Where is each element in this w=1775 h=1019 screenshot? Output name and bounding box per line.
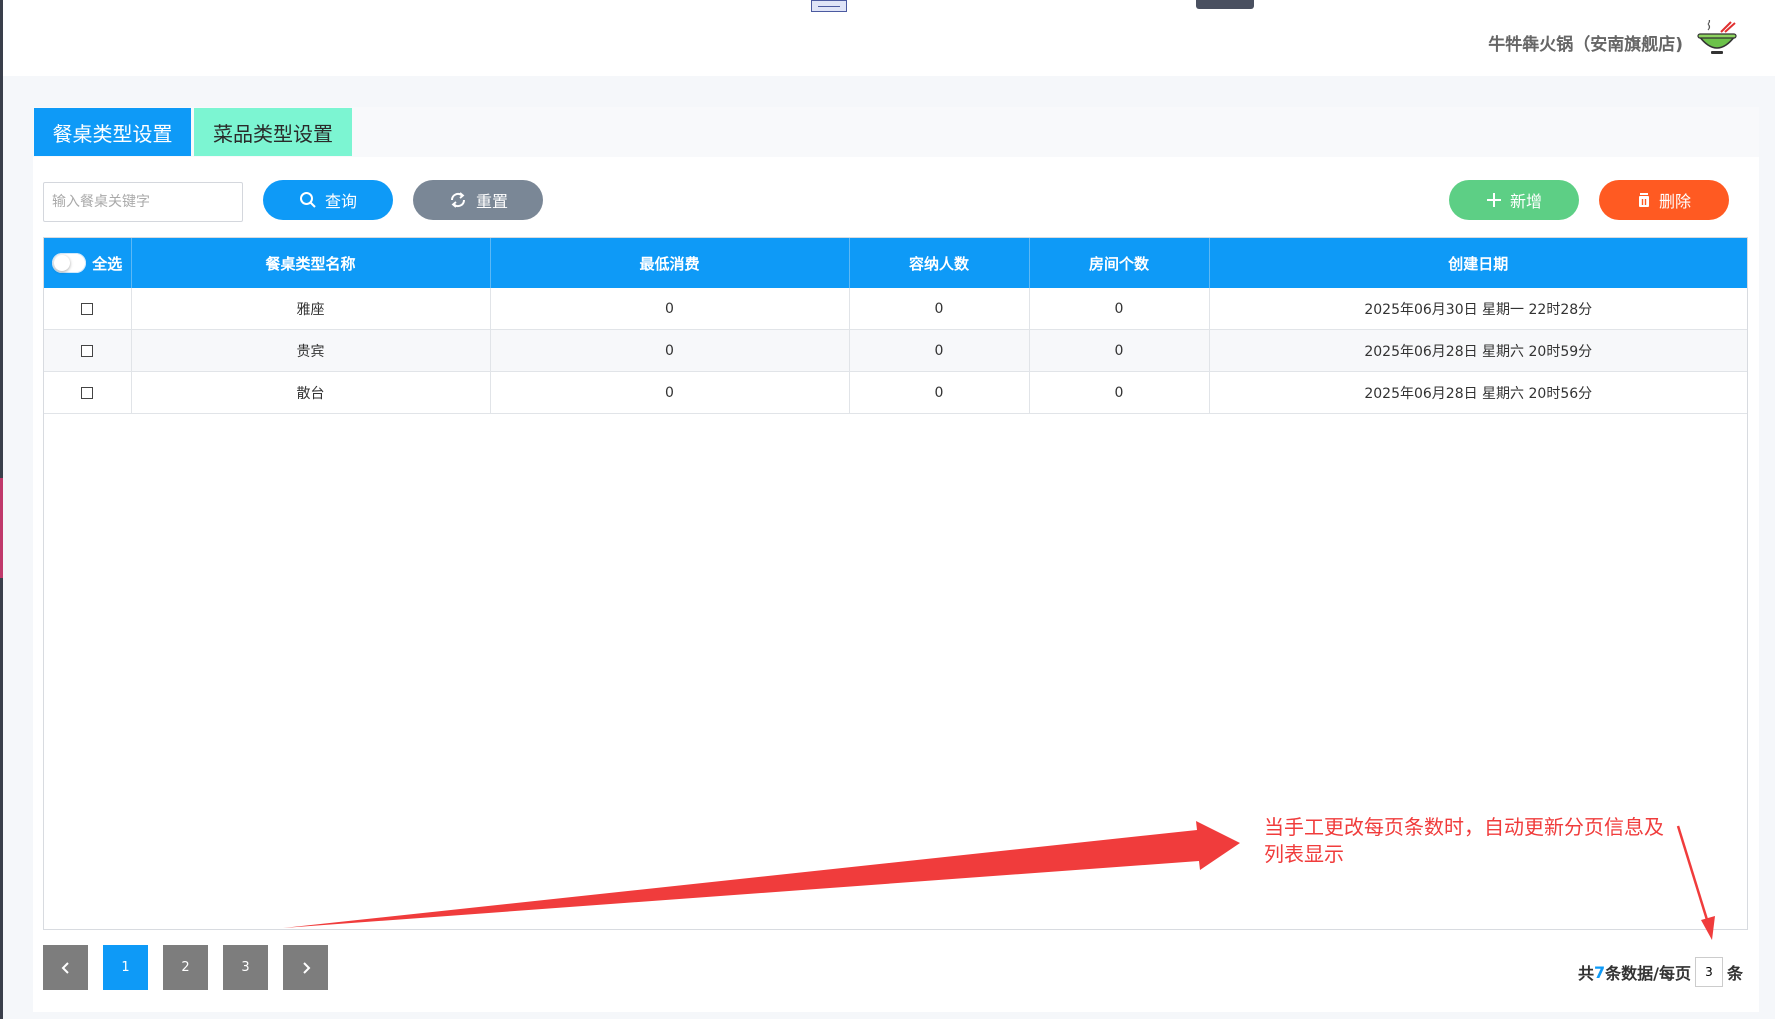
column-header-name: 餐桌类型名称 [131, 238, 491, 288]
cell-capacity: 0 [849, 288, 1030, 330]
total-count: 7 [1593, 962, 1606, 982]
cell-rooms: 0 [1029, 371, 1210, 414]
cell-min-spend: 0 [490, 329, 850, 372]
search-icon [299, 192, 316, 208]
reset-button[interactable]: 重置 [413, 180, 543, 220]
page-size-unit: 条 [1726, 964, 1743, 983]
table-row[interactable]: 雅座 0 0 0 2025年06月30日 星期一 22时28分 [44, 288, 1747, 330]
select-all-toggle[interactable] [52, 253, 87, 273]
cell-created: 2025年06月28日 星期六 20时59分 [1209, 329, 1747, 372]
total-prefix: 共 [1577, 964, 1594, 983]
column-header-min-spend: 最低消费 [490, 238, 850, 288]
cell-rooms: 0 [1029, 329, 1210, 372]
delete-button[interactable]: 删除 [1599, 180, 1729, 220]
cell-created: 2025年06月30日 星期一 22时28分 [1209, 288, 1747, 330]
table-row[interactable]: 贵宾 0 0 0 2025年06月28日 星期六 20时59分 [44, 329, 1747, 372]
next-page-button[interactable] [283, 945, 328, 990]
search-input[interactable] [43, 182, 243, 222]
cell-name: 散台 [131, 371, 491, 414]
menu-toggle-icon[interactable] [811, 0, 847, 12]
row-checkbox[interactable] [81, 302, 94, 315]
column-header-rooms: 房间个数 [1029, 238, 1210, 288]
query-button[interactable]: 查询 [263, 180, 393, 220]
table-row[interactable]: 散台 0 0 0 2025年06月28日 星期六 20时56分 [44, 371, 1747, 414]
cell-min-spend: 0 [490, 288, 850, 330]
trash-icon [1638, 193, 1649, 207]
cell-name: 雅座 [131, 288, 491, 330]
add-button[interactable]: 新增 [1449, 180, 1579, 220]
main-panel: 餐桌类型设置 菜品类型设置 查询 重置 新增 删 [33, 107, 1759, 1012]
select-all-header[interactable]: 全选 [44, 238, 132, 288]
row-select-cell [44, 288, 132, 330]
top-bar: 牛牪犇火锅（安南旗舰店) [3, 0, 1775, 76]
cell-name: 贵宾 [131, 329, 491, 372]
cell-min-spend: 0 [490, 371, 850, 414]
row-select-cell [44, 329, 132, 372]
cell-capacity: 0 [849, 329, 1030, 372]
page-info: 共 7 条数据/每页 条 [1578, 957, 1743, 987]
chevron-left-icon [61, 961, 69, 974]
total-suffix: 条数据/每页 [1605, 964, 1691, 983]
add-button-label: 新增 [1509, 192, 1542, 211]
tab-table-type-settings[interactable]: 餐桌类型设置 [34, 108, 191, 156]
column-header-created: 创建日期 [1209, 238, 1747, 288]
delete-button-label: 删除 [1658, 192, 1691, 211]
plus-icon [1486, 193, 1501, 207]
window-left-accent [0, 478, 3, 578]
reset-button-label: 重置 [475, 192, 508, 211]
page-button-1[interactable]: 1 [103, 945, 148, 990]
progress-indicator-icon [1196, 0, 1254, 9]
cell-created: 2025年06月28日 星期六 20时56分 [1209, 371, 1747, 414]
hotpot-logo-icon [1697, 20, 1737, 54]
refresh-icon [450, 192, 465, 208]
tab-bar: 餐桌类型设置 菜品类型设置 [33, 107, 1759, 157]
shop-name: 牛牪犇火锅（安南旗舰店) [1488, 35, 1683, 55]
page-button-2[interactable]: 2 [163, 945, 208, 990]
select-all-label: 全选 [92, 254, 123, 273]
annotation-text: 当手工更改每页条数时，自动更新分页信息及列表显示 [1264, 815, 1664, 866]
row-checkbox[interactable] [81, 386, 94, 399]
cell-capacity: 0 [849, 371, 1030, 414]
cell-rooms: 0 [1029, 288, 1210, 330]
chevron-right-icon [302, 961, 310, 974]
row-select-cell [44, 371, 132, 414]
column-header-capacity: 容纳人数 [849, 238, 1030, 288]
query-button-label: 查询 [324, 192, 357, 211]
page-size-input[interactable] [1694, 957, 1723, 987]
page-button-3[interactable]: 3 [223, 945, 268, 990]
tab-dish-type-settings[interactable]: 菜品类型设置 [194, 108, 352, 156]
table-header-row: 全选 餐桌类型名称 最低消费 容纳人数 房间个数 创建日期 [44, 238, 1747, 288]
prev-page-button[interactable] [43, 945, 88, 990]
row-checkbox[interactable] [81, 344, 94, 357]
